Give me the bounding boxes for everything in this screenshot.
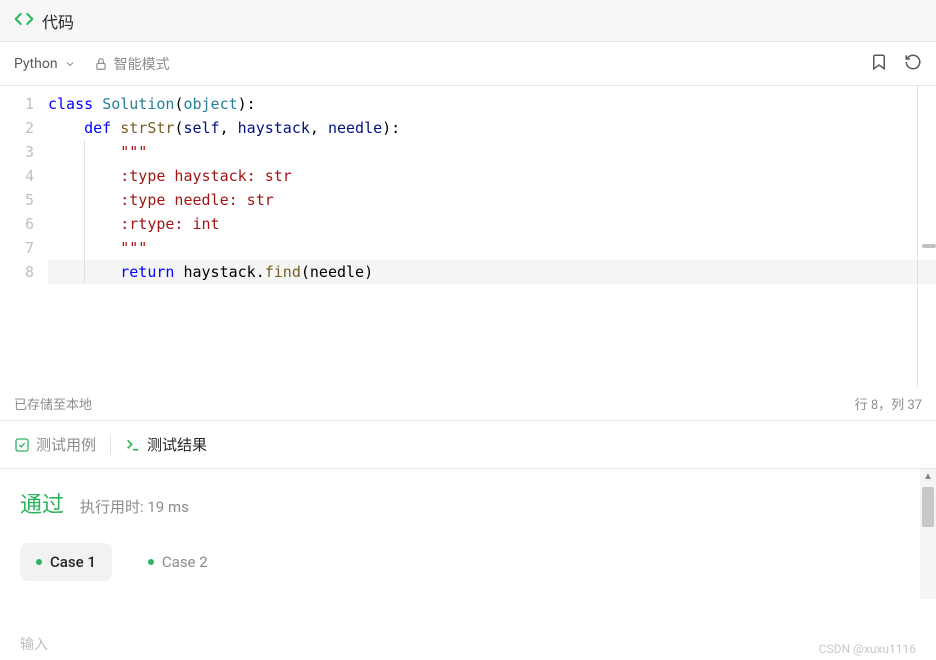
code-line-active: return haystack.find(needle) bbox=[48, 260, 936, 284]
line-number: 7 bbox=[0, 236, 34, 260]
input-section-label: 输入 bbox=[20, 634, 48, 654]
code-line: :rtype: int bbox=[48, 212, 936, 236]
line-number: 8 bbox=[0, 260, 34, 284]
case-button-2[interactable]: Case 2 bbox=[132, 543, 224, 581]
pass-dot-icon bbox=[148, 559, 154, 565]
line-number: 2 bbox=[0, 116, 34, 140]
mode-indicator: 智能模式 bbox=[94, 54, 170, 74]
tab-test-cases[interactable]: 测试用例 bbox=[14, 434, 96, 455]
terminal-icon bbox=[125, 437, 141, 453]
panel-scrollbar[interactable]: ▲ bbox=[920, 469, 936, 599]
pass-label: 通过 bbox=[20, 487, 64, 519]
code-line: :type needle: str bbox=[48, 188, 936, 212]
runtime-label: 执行用时: 19 ms bbox=[80, 496, 189, 517]
result-status-row: 通过 执行用时: 19 ms bbox=[20, 487, 916, 519]
language-selector[interactable]: Python bbox=[14, 56, 76, 72]
code-editor[interactable]: 1 2 3 4 5 6 7 8 class Solution(object): … bbox=[0, 86, 936, 387]
toolbar-right bbox=[870, 53, 922, 75]
cases-row: Case 1 Case 2 bbox=[20, 543, 916, 581]
line-number: 4 bbox=[0, 164, 34, 188]
toolbar: Python 智能模式 bbox=[0, 42, 936, 86]
code-icon bbox=[14, 9, 34, 33]
code-area[interactable]: class Solution(object): def strStr(self,… bbox=[48, 86, 936, 387]
code-line: :type haystack: str bbox=[48, 164, 936, 188]
scroll-up-icon[interactable]: ▲ bbox=[922, 471, 934, 482]
line-number: 5 bbox=[0, 188, 34, 212]
reset-button[interactable] bbox=[904, 53, 922, 75]
scroll-thumb[interactable] bbox=[922, 487, 934, 527]
line-number: 6 bbox=[0, 212, 34, 236]
tab-label: 测试用例 bbox=[36, 434, 96, 455]
undo-icon bbox=[904, 53, 922, 71]
status-bar: 已存储至本地 行 8，列 37 bbox=[0, 387, 936, 421]
tabs-row: 测试用例 测试结果 bbox=[0, 421, 936, 469]
line-number: 1 bbox=[0, 92, 34, 116]
code-line: class Solution(object): bbox=[48, 92, 936, 116]
watermark: CSDN @xuxu1116 bbox=[819, 642, 916, 656]
chevron-down-icon bbox=[64, 58, 76, 70]
case-label: Case 1 bbox=[50, 553, 96, 571]
result-content: 通过 执行用时: 19 ms Case 1 Case 2 ▲ bbox=[0, 469, 936, 599]
cursor-position: 行 8，列 37 bbox=[855, 394, 922, 413]
code-line: """ bbox=[48, 140, 936, 164]
tab-test-results[interactable]: 测试结果 bbox=[125, 434, 207, 455]
line-number: 3 bbox=[0, 140, 34, 164]
bookmark-icon bbox=[870, 53, 888, 71]
toolbar-left: Python 智能模式 bbox=[14, 54, 170, 74]
minimap-indicator[interactable] bbox=[922, 244, 936, 248]
header: 代码 bbox=[0, 0, 936, 42]
case-label: Case 2 bbox=[162, 553, 208, 571]
header-title: 代码 bbox=[42, 9, 74, 33]
code-line: """ bbox=[48, 236, 936, 260]
bookmark-button[interactable] bbox=[870, 53, 888, 75]
lock-icon bbox=[94, 57, 108, 71]
case-button-1[interactable]: Case 1 bbox=[20, 543, 112, 581]
line-gutter: 1 2 3 4 5 6 7 8 bbox=[0, 86, 48, 387]
language-label: Python bbox=[14, 56, 58, 72]
pass-dot-icon bbox=[36, 559, 42, 565]
results-panel: 测试用例 测试结果 通过 执行用时: 19 ms Case 1 Case 2 ▲ bbox=[0, 421, 936, 599]
check-square-icon bbox=[14, 437, 30, 453]
tab-divider bbox=[110, 435, 111, 455]
code-line: def strStr(self, haystack, needle): bbox=[48, 116, 936, 140]
editor-ruler bbox=[917, 86, 918, 387]
mode-label-text: 智能模式 bbox=[114, 54, 170, 74]
tab-label: 测试结果 bbox=[147, 434, 207, 455]
save-status: 已存储至本地 bbox=[14, 394, 92, 413]
